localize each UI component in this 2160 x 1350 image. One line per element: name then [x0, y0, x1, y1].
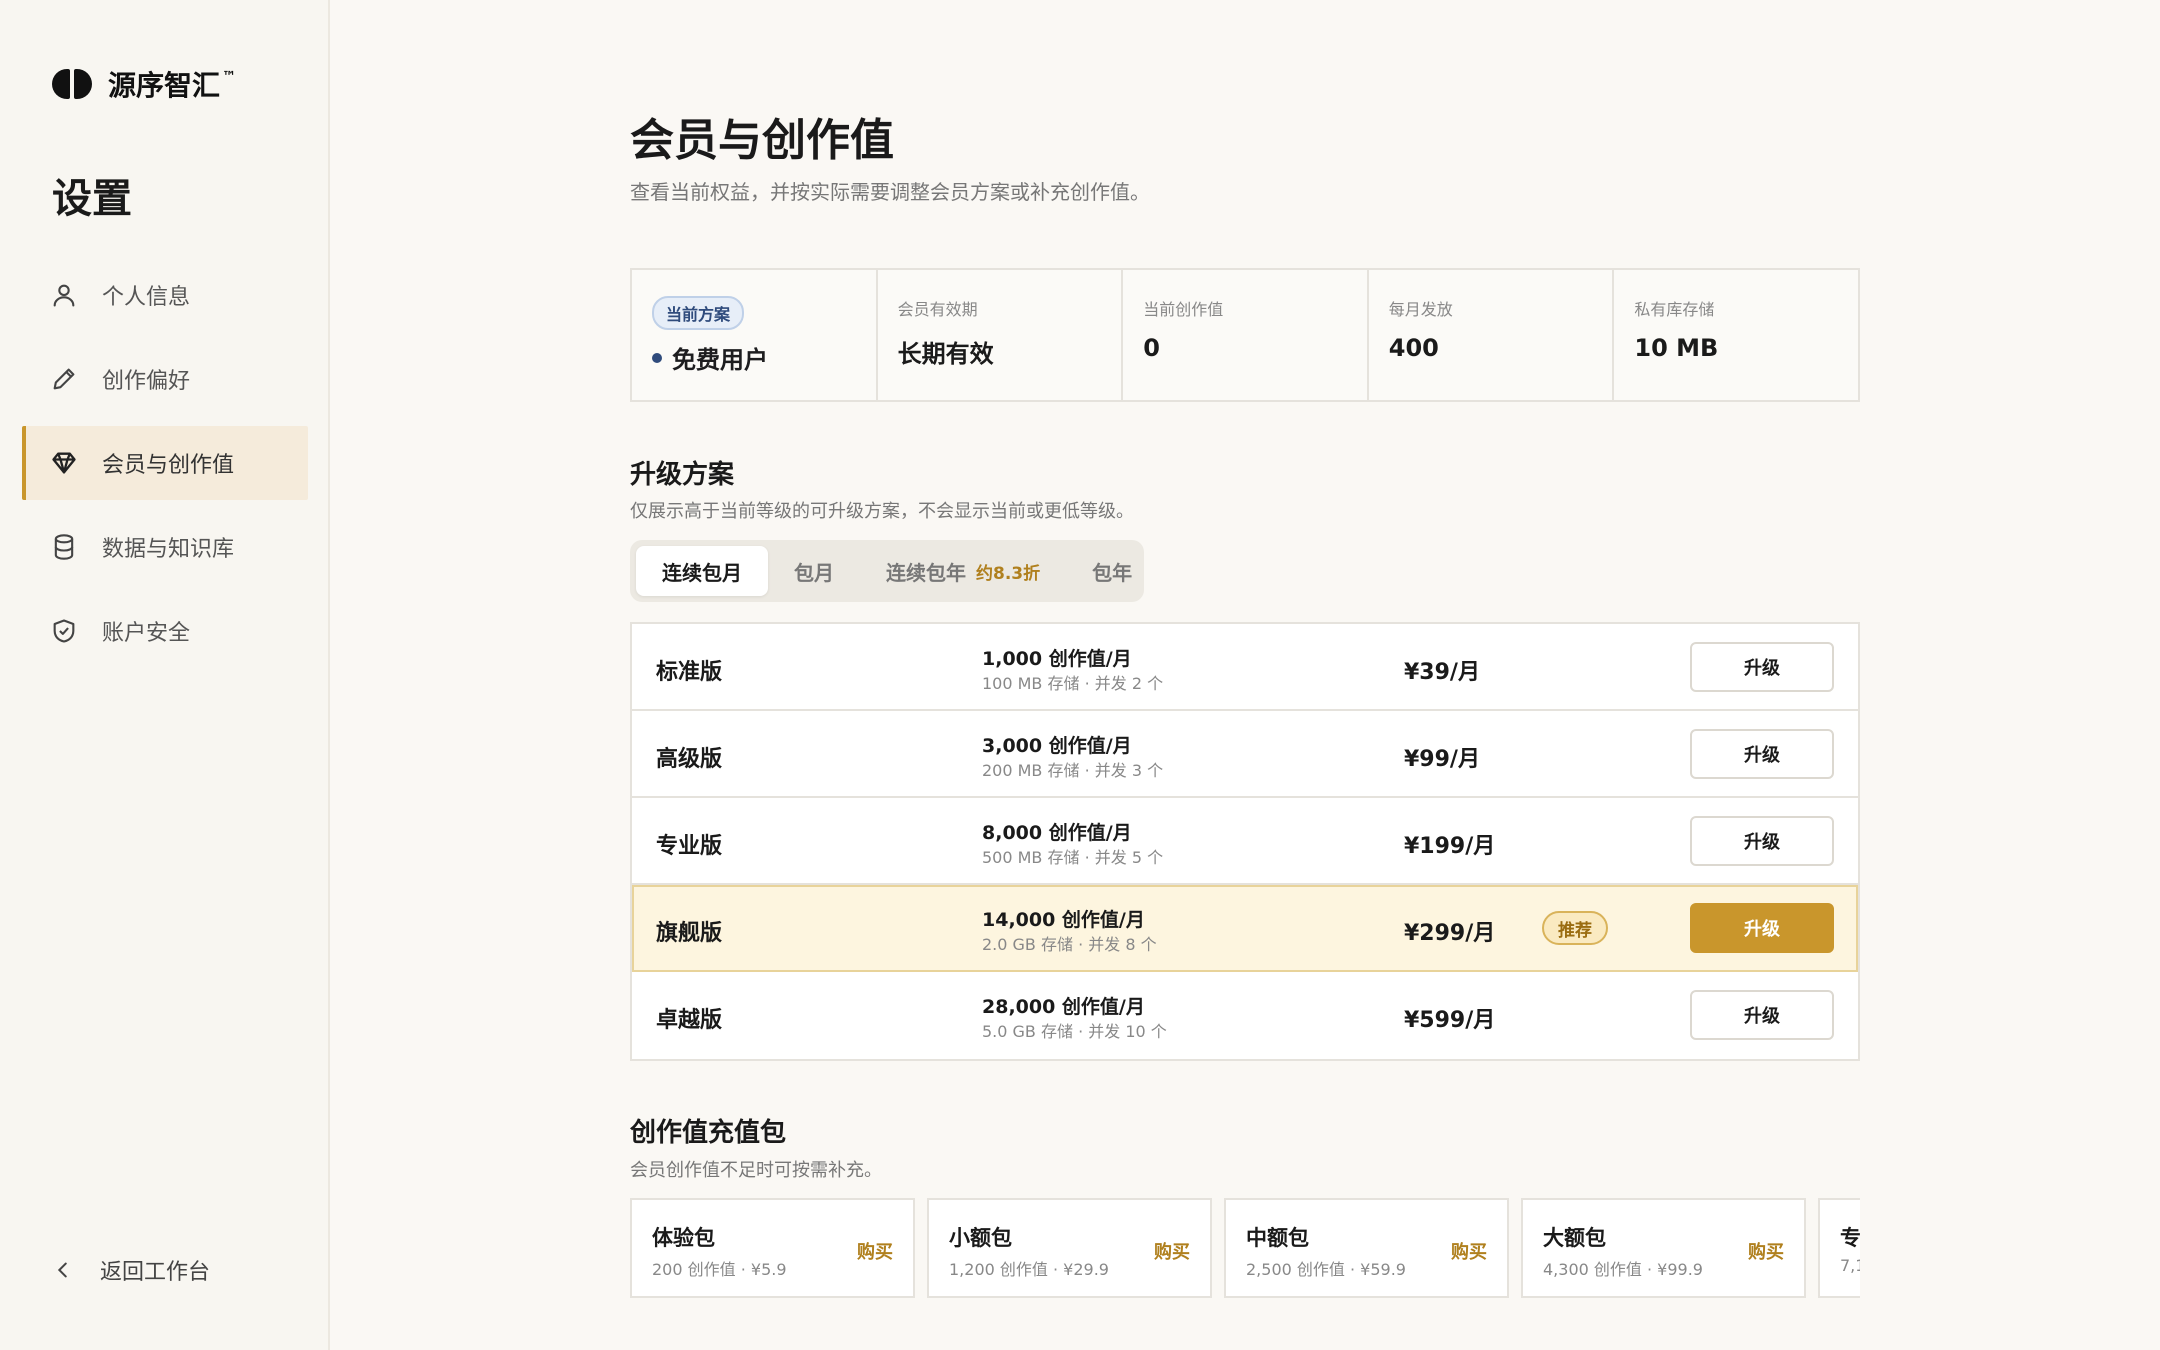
sidebar-item-label: 会员与创作值 [102, 453, 235, 478]
chevron-left-icon [57, 1262, 67, 1278]
upgrade-button[interactable]: 升级 [1690, 729, 1834, 779]
plan-credits: 3,000 创作值/月 [982, 735, 1132, 757]
user-icon [53, 284, 75, 307]
packs-section-subtitle: 会员创作值不足时可按需补充。 [630, 1160, 882, 1181]
page-title: 会员与创作值 [630, 115, 894, 166]
pack-name: 体验包 [652, 1226, 715, 1250]
pack-detail: 7,1 [1840, 1256, 1860, 1275]
plan-credits: 1,000 创作值/月 [982, 648, 1132, 670]
plan-row-advanced: 高级版 3,000 创作值/月 200 MB 存储 · 并发 3 个 ¥99/月… [632, 711, 1858, 798]
plan-row-premium: 卓越版 28,000 创作值/月 5.0 GB 存储 · 并发 10 个 ¥59… [632, 972, 1858, 1059]
plan-row-flagship: 旗舰版 14,000 创作值/月 2.0 GB 存储 · 并发 8 个 ¥299… [632, 885, 1858, 972]
settings-title: 设置 [52, 176, 132, 222]
pack-detail: 200 创作值 · ¥5.9 [652, 1260, 787, 1279]
status-dot [652, 352, 662, 363]
plan-name: 高级版 [656, 747, 723, 772]
plan-detail: 200 MB 存储 · 并发 3 个 [982, 761, 1164, 780]
credit-packs: 体验包 200 创作值 · ¥5.9 购买 小额包 1,200 创作值 · ¥2… [630, 1198, 1860, 1298]
sidebar: 源序智汇 ™ 设置 个人信息 创作偏好 会员与创作值 数据与知识库 账户安全 返回… [0, 0, 330, 1350]
buy-button[interactable]: 购买 [857, 1238, 893, 1264]
back-to-workspace-link[interactable]: 返回工作台 [52, 1254, 210, 1286]
pack-card: 大额包 4,300 创作值 · ¥99.9 购买 [1521, 1198, 1806, 1298]
tab-yearly[interactable]: 包年 [1066, 546, 1158, 596]
brand-logo[interactable]: 源序智汇 ™ [52, 64, 236, 104]
tab-monthly[interactable]: 包月 [768, 546, 860, 596]
plan-credits: 14,000 创作值/月 [982, 909, 1145, 931]
plan-price: ¥599/月 [1404, 1008, 1496, 1033]
pencil-icon [53, 368, 75, 390]
upgrade-section-title: 升级方案 [630, 460, 735, 490]
summary-storage: 私有库存储 10 MB [1634, 300, 1719, 362]
settings-nav: 个人信息 创作偏好 会员与创作值 数据与知识库 账户安全 [22, 258, 308, 678]
tab-auto-monthly[interactable]: 连续包月 [636, 546, 768, 596]
page-subtitle: 查看当前权益，并按实际需要调整会员方案或补充创作值。 [630, 180, 1150, 204]
sidebar-item-label: 数据与知识库 [102, 537, 235, 562]
pack-card: 小额包 1,200 创作值 · ¥29.9 购买 [927, 1198, 1212, 1298]
plan-detail: 2.0 GB 存储 · 并发 8 个 [982, 935, 1157, 954]
current-plan-badge: 当前方案 [652, 296, 745, 330]
billing-period-tabs: 连续包月 包月 连续包年 约8.3折 包年 [630, 540, 1144, 602]
plan-credits: 8,000 创作值/月 [982, 822, 1132, 844]
upgrade-button[interactable]: 升级 [1690, 642, 1834, 692]
buy-button[interactable]: 购买 [1451, 1238, 1487, 1264]
plan-list: 标准版 1,000 创作值/月 100 MB 存储 · 并发 2 个 ¥39/月… [630, 622, 1860, 1061]
plan-price: ¥99/月 [1404, 747, 1480, 772]
current-plan-name: 免费用户 [652, 340, 856, 375]
pack-detail: 4,300 创作值 · ¥99.9 [1543, 1260, 1703, 1279]
summary-validity: 会员有效期 长期有效 [878, 270, 1124, 400]
sidebar-item-security[interactable]: 账户安全 [22, 594, 308, 668]
back-label: 返回工作台 [100, 1260, 211, 1285]
plan-detail: 500 MB 存储 · 并发 5 个 [982, 848, 1164, 867]
pack-name: 专 [1840, 1226, 1860, 1250]
plan-name: 卓越版 [656, 1008, 723, 1033]
pack-name: 大额包 [1543, 1226, 1606, 1250]
membership-summary: 当前方案 免费用户 会员有效期 长期有效 当前创作值 0 每月发放 400 私有… [630, 268, 1860, 402]
sidebar-item-label: 个人信息 [102, 285, 191, 310]
sidebar-item-membership[interactable]: 会员与创作值 [22, 426, 308, 500]
upgrade-button[interactable]: 升级 [1690, 903, 1834, 953]
plan-row-standard: 标准版 1,000 创作值/月 100 MB 存储 · 并发 2 个 ¥39/月… [632, 624, 1858, 711]
upgrade-button[interactable]: 升级 [1690, 990, 1834, 1040]
plan-row-pro: 专业版 8,000 创作值/月 500 MB 存储 · 并发 5 个 ¥199/… [632, 798, 1858, 885]
plan-price: ¥39/月 [1404, 660, 1480, 685]
diamond-icon [52, 452, 76, 474]
pack-name: 中额包 [1246, 1226, 1309, 1250]
sidebar-item-label: 账户安全 [102, 621, 191, 646]
brand-name: 源序智汇 ™ [108, 69, 237, 102]
sidebar-item-profile[interactable]: 个人信息 [22, 258, 308, 332]
pack-card: 中额包 2,500 创作值 · ¥59.9 购买 [1224, 1198, 1509, 1298]
recommended-badge: 推荐 [1542, 911, 1608, 945]
plan-credits: 28,000 创作值/月 [982, 996, 1145, 1018]
summary-credits: 当前创作值 0 [1123, 270, 1369, 400]
summary-current-plan: 当前方案 免费用户 [632, 270, 878, 400]
upgrade-button[interactable]: 升级 [1690, 816, 1834, 866]
summary-monthly-grant: 每月发放 400 [1369, 270, 1615, 400]
buy-button[interactable]: 购买 [1748, 1238, 1784, 1264]
pack-card: 体验包 200 创作值 · ¥5.9 购买 [630, 1198, 915, 1298]
tab-auto-yearly[interactable]: 连续包年 约8.3折 [860, 546, 1066, 596]
credit-packs-scroller[interactable]: 体验包 200 创作值 · ¥5.9 购买 小额包 1,200 创作值 · ¥2… [630, 1198, 1860, 1298]
pack-card: 专 7,1 [1818, 1198, 1860, 1298]
upgrade-section-subtitle: 仅展示高于当前等级的可升级方案，不会显示当前或更低等级。 [630, 501, 1134, 522]
sidebar-item-preferences[interactable]: 创作偏好 [22, 342, 308, 416]
plan-name: 标准版 [656, 660, 723, 685]
sidebar-item-label: 创作偏好 [102, 369, 191, 394]
shield-icon [53, 619, 75, 643]
pack-detail: 1,200 创作值 · ¥29.9 [949, 1260, 1109, 1279]
plan-detail: 5.0 GB 存储 · 并发 10 个 [982, 1022, 1167, 1041]
sidebar-item-data[interactable]: 数据与知识库 [22, 510, 308, 584]
plan-name: 专业版 [656, 834, 723, 859]
discount-label: 约8.3折 [976, 563, 1041, 584]
pack-name: 小额包 [949, 1226, 1012, 1250]
plan-price: ¥199/月 [1404, 834, 1496, 859]
plan-name: 旗舰版 [656, 921, 723, 946]
database-icon [54, 534, 74, 560]
logo-icon [52, 69, 92, 99]
plan-detail: 100 MB 存储 · 并发 2 个 [982, 674, 1164, 693]
plan-price: ¥299/月 [1404, 921, 1496, 946]
buy-button[interactable]: 购买 [1154, 1238, 1190, 1264]
pack-detail: 2,500 创作值 · ¥59.9 [1246, 1260, 1406, 1279]
packs-section-title: 创作值充值包 [630, 1118, 787, 1148]
